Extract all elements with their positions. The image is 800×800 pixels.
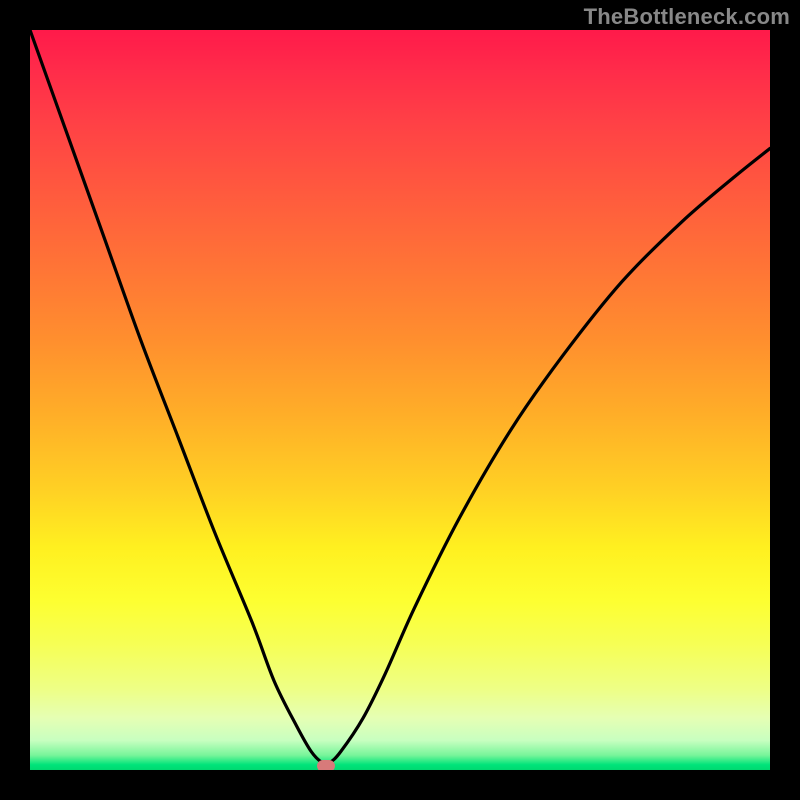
bottleneck-curve bbox=[30, 30, 770, 764]
chart-frame: TheBottleneck.com bbox=[0, 0, 800, 800]
plot-area bbox=[30, 30, 770, 770]
min-marker bbox=[317, 760, 335, 770]
curve-layer bbox=[30, 30, 770, 770]
watermark-text: TheBottleneck.com bbox=[584, 4, 790, 30]
